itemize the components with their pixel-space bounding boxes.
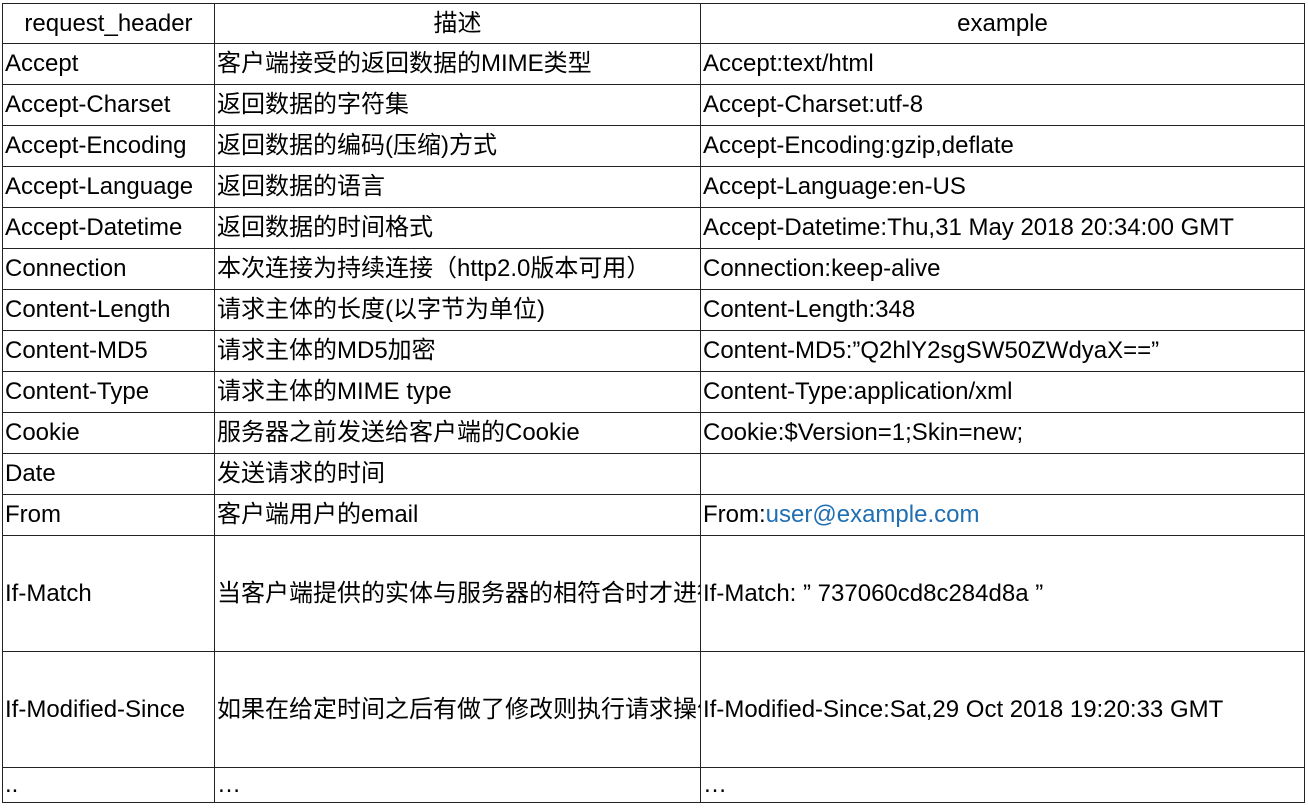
cell-example: From:user@example.com: [700, 494, 1305, 536]
cell-example: If-Match: ” 737060cd8c284d8a ”: [700, 535, 1305, 652]
request-header-table: request_header 描述 example Accept 客户端接受的返…: [2, 3, 1305, 803]
cell-description: 客户端用户的email: [214, 494, 701, 536]
cell-example: Content-Type:application/xml: [700, 371, 1305, 413]
cell-header-name: Accept-Language: [2, 166, 215, 208]
cell-description: 服务器之前发送给客户端的Cookie: [214, 412, 701, 454]
email-link[interactable]: user@example.com: [766, 501, 980, 528]
table-row: Accept-Charset 返回数据的字符集 Accept-Charset:u…: [2, 84, 1305, 126]
cell-description: 当客户端提供的实体与服务器的相符合时才进行请求的操作，如PUT某个数据在之前没有…: [214, 535, 701, 652]
cell-example: Accept-Datetime:Thu,31 May 2018 20:34:00…: [700, 207, 1305, 249]
table-row: .. … …: [2, 767, 1305, 803]
cell-header-name: Accept-Encoding: [2, 125, 215, 167]
cell-header-name: Connection: [2, 248, 215, 290]
cell-header-name: Accept-Datetime: [2, 207, 215, 249]
cell-example: Content-Length:348: [700, 289, 1305, 331]
cell-header-name: ..: [2, 767, 215, 803]
cell-description: 客户端接受的返回数据的MIME类型: [214, 43, 701, 85]
cell-example: Accept-Encoding:gzip,deflate: [700, 125, 1305, 167]
header-example: example: [700, 3, 1305, 44]
cell-description: 返回数据的语言: [214, 166, 701, 208]
table-row: Content-MD5 请求主体的MD5加密 Content-MD5:”Q2hl…: [2, 330, 1305, 372]
table-row: Connection 本次连接为持续连接（http2.0版本可用） Connec…: [2, 248, 1305, 290]
table-row: Accept-Encoding 返回数据的编码(压缩)方式 Accept-Enc…: [2, 125, 1305, 167]
cell-description: 请求主体的MIME type: [214, 371, 701, 413]
cell-header-name: Accept-Charset: [2, 84, 215, 126]
cell-example: Accept-Charset:utf-8: [700, 84, 1305, 126]
table-row: Accept-Language 返回数据的语言 Accept-Language:…: [2, 166, 1305, 208]
cell-example: Cookie:$Version=1;Skin=new;: [700, 412, 1305, 454]
table-header-row: request_header 描述 example: [2, 3, 1305, 44]
table-row: Content-Type 请求主体的MIME type Content-Type…: [2, 371, 1305, 413]
cell-example: Accept:text/html: [700, 43, 1305, 85]
cell-description: …: [214, 767, 701, 803]
cell-header-name: If-Match: [2, 535, 215, 652]
cell-description: 发送请求的时间: [214, 453, 701, 495]
cell-description: 请求主体的长度(以字节为单位): [214, 289, 701, 331]
header-description: 描述: [214, 3, 701, 44]
table-row: Accept-Datetime 返回数据的时间格式 Accept-Datetim…: [2, 207, 1305, 249]
cell-example: …: [700, 767, 1305, 803]
cell-header-name: Content-Length: [2, 289, 215, 331]
cell-description: 请求主体的MD5加密: [214, 330, 701, 372]
header-request-header: request_header: [2, 3, 215, 44]
cell-example: Content-MD5:”Q2hlY2sgSW50ZWdyaX==”: [700, 330, 1305, 372]
cell-example: [700, 453, 1305, 495]
cell-header-name: Date: [2, 453, 215, 495]
cell-header-name: Cookie: [2, 412, 215, 454]
cell-example: Accept-Language:en-US: [700, 166, 1305, 208]
cell-example: Connection:keep-alive: [700, 248, 1305, 290]
table-row: If-Modified-Since 如果在给定时间之后有做了修改则执行请求操作(…: [2, 651, 1305, 768]
table-row: Accept 客户端接受的返回数据的MIME类型 Accept:text/htm…: [2, 43, 1305, 85]
cell-header-name: Accept: [2, 43, 215, 85]
table-row: If-Match 当客户端提供的实体与服务器的相符合时才进行请求的操作，如PUT…: [2, 535, 1305, 652]
cell-description: 返回数据的编码(压缩)方式: [214, 125, 701, 167]
table-row: Content-Length 请求主体的长度(以字节为单位) Content-L…: [2, 289, 1305, 331]
example-prefix: From:: [703, 501, 766, 528]
cell-header-name: If-Modified-Since: [2, 651, 215, 768]
table-row: From 客户端用户的email From:user@example.com: [2, 494, 1305, 536]
cell-header-name: Content-MD5: [2, 330, 215, 372]
cell-example: If-Modified-Since:Sat,29 Oct 2018 19:20:…: [700, 651, 1305, 768]
cell-description: 返回数据的字符集: [214, 84, 701, 126]
cell-header-name: Content-Type: [2, 371, 215, 413]
table-row: Date 发送请求的时间: [2, 453, 1305, 495]
table-row: Cookie 服务器之前发送给客户端的Cookie Cookie:$Versio…: [2, 412, 1305, 454]
cell-description: 本次连接为持续连接（http2.0版本可用）: [214, 248, 701, 290]
cell-header-name: From: [2, 494, 215, 536]
cell-description: 返回数据的时间格式: [214, 207, 701, 249]
cell-description: 如果在给定时间之后有做了修改则执行请求操作(为了节约下载已经下载且不需更新的内容…: [214, 651, 701, 768]
